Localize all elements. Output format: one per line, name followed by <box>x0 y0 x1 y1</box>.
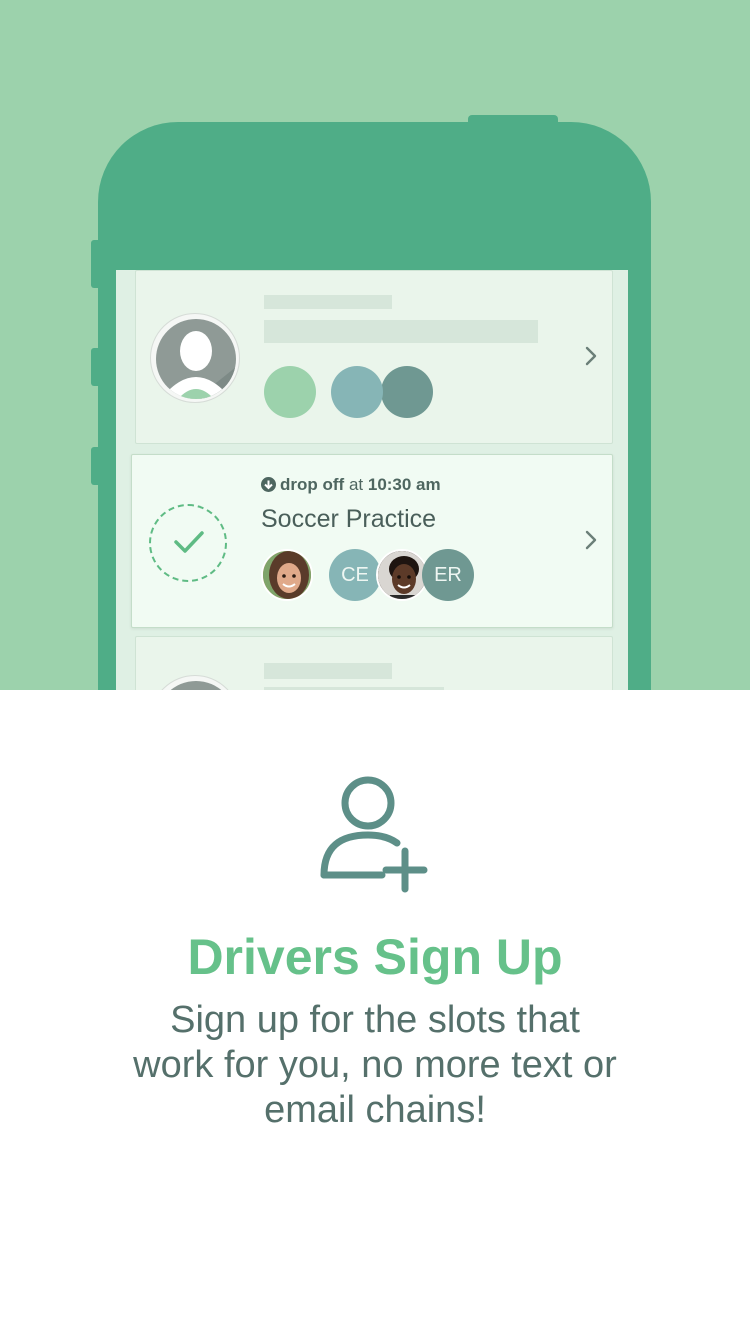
skeleton-line <box>264 320 538 343</box>
list-item-placeholder[interactable] <box>135 270 613 444</box>
event-time: 10:30 am <box>367 475 441 494</box>
phone-side-button <box>91 447 100 485</box>
boy-photo-avatar <box>376 549 428 601</box>
placeholder-avatar <box>381 366 433 418</box>
onboarding-heading: Drivers Sign Up <box>187 929 563 985</box>
sign-up-check[interactable] <box>149 504 227 582</box>
placeholder-avatar <box>331 366 383 418</box>
skeleton-line <box>264 295 392 309</box>
list-item-placeholder[interactable] <box>135 636 613 690</box>
avatar <box>150 675 240 690</box>
chevron-right-icon <box>584 345 598 371</box>
participant-initials: ER <box>422 549 474 601</box>
download-arrow-icon <box>261 477 276 492</box>
user-silhouette-icon <box>170 331 236 399</box>
check-icon <box>174 531 204 553</box>
event-meta: drop off at 10:30 am <box>261 475 441 495</box>
onboarding-description: Sign up for the slots that work for you,… <box>133 999 617 1131</box>
event-title: Soccer Practice <box>261 505 437 533</box>
hero-illustration: drop off at 10:30 am Soccer Practice CE <box>0 0 750 690</box>
event-card-soccer-practice[interactable]: drop off at 10:30 am Soccer Practice CE <box>131 454 613 628</box>
add-user-icon <box>318 775 430 900</box>
girl-photo-avatar <box>261 549 313 601</box>
event-type: drop off <box>280 475 345 494</box>
phone-side-button <box>91 240 100 288</box>
avatar <box>150 313 240 403</box>
chevron-right-icon <box>584 529 598 555</box>
event-at: at <box>348 475 364 494</box>
phone-side-button <box>91 348 100 386</box>
skeleton-line <box>264 663 392 679</box>
phone-screen: drop off at 10:30 am Soccer Practice CE <box>116 270 628 690</box>
placeholder-avatar <box>264 366 316 418</box>
participant-initials: CE <box>329 549 381 601</box>
